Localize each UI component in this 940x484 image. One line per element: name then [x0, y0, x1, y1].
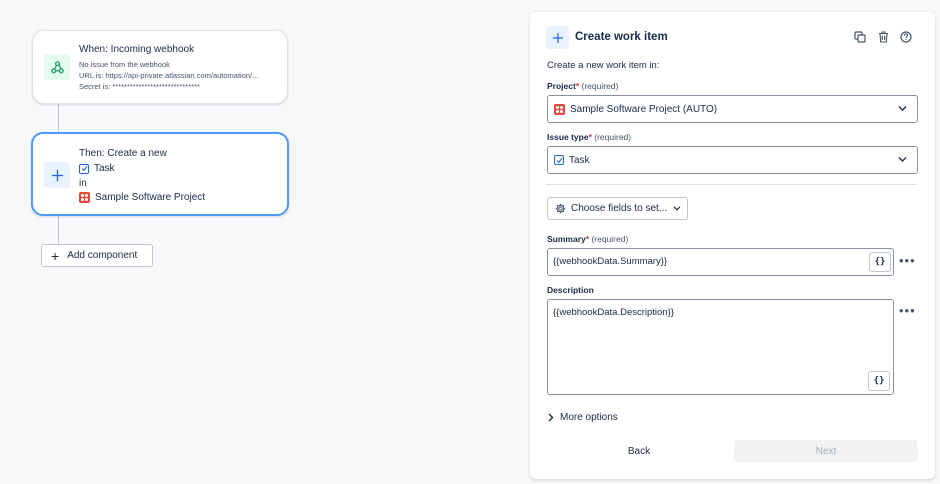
description-textarea[interactable]: {{webhookData.Description}}	[547, 299, 894, 395]
task-checkbox-icon	[554, 155, 564, 165]
panel-title: Create work item	[575, 31, 668, 43]
required-mark: *	[588, 132, 592, 142]
webhook-icon	[44, 54, 70, 80]
description-label: Description	[547, 285, 594, 295]
trigger-detail-1: No issue from the webhook	[79, 60, 170, 69]
summary-label-text: Summary	[547, 234, 586, 244]
issue-type-label-text: Issue type	[547, 132, 589, 142]
trigger-card[interactable]: When: Incoming webhook No issue from the…	[32, 30, 288, 104]
chevron-down-icon	[673, 206, 681, 211]
action-type-row: Task	[79, 163, 115, 174]
required-mark: *	[585, 234, 590, 244]
chevron-down-icon	[898, 155, 907, 166]
panel-intro: Create a new work item in:	[547, 60, 660, 71]
action-project: Sample Software Project	[95, 192, 206, 203]
add-component-button[interactable]: + Add component	[41, 244, 153, 267]
project-icon	[79, 192, 90, 203]
flow-connector-top	[58, 104, 59, 132]
plus-icon: +	[51, 247, 60, 264]
action-type: Task	[94, 163, 115, 174]
trigger-title: When: Incoming webhook	[79, 44, 195, 55]
trigger-detail-2: URL is: https://api-private.atlassian.co…	[79, 71, 259, 80]
next-button[interactable]: Next	[734, 440, 918, 462]
smart-value-button[interactable]: {}	[869, 252, 891, 272]
choose-fields-button[interactable]: Choose fields to set...	[547, 197, 688, 220]
required-note: (required)	[581, 81, 619, 91]
task-checkbox-icon	[79, 163, 89, 174]
trash-icon[interactable]	[876, 30, 890, 44]
action-connector: in	[79, 178, 87, 189]
required-note: (required)	[594, 132, 632, 142]
help-icon[interactable]	[899, 30, 913, 44]
more-options-toggle[interactable]: More options	[548, 412, 618, 423]
back-button[interactable]: Back	[590, 440, 688, 462]
summary-value: {{webhookData.Summary}}	[553, 256, 668, 267]
config-panel: Create work item Create a new work item …	[530, 12, 935, 479]
project-select[interactable]: Sample Software Project (AUTO)	[547, 95, 918, 123]
more-options-label: More options	[560, 412, 618, 423]
plus-icon	[546, 26, 569, 49]
flow-connector-bottom	[58, 216, 59, 244]
issue-type-select[interactable]: Task	[547, 146, 918, 174]
summary-input[interactable]: {{webhookData.Summary}}	[547, 248, 894, 276]
required-mark: *	[575, 81, 580, 91]
issue-type-value: Task	[569, 154, 590, 166]
required-note: (required)	[591, 234, 629, 244]
chevron-right-icon	[548, 413, 554, 422]
description-value: {{webhookData.Description}}	[553, 307, 674, 318]
project-label: Project* (required)	[547, 81, 618, 91]
section-divider	[546, 184, 917, 185]
duplicate-icon[interactable]	[853, 30, 867, 44]
gear-icon	[555, 203, 566, 214]
trigger-detail-3: Secret is: *****************************…	[79, 82, 200, 91]
issue-type-label: Issue type* (required)	[547, 132, 631, 142]
action-card[interactable]: Then: Create a new Task in Sample Softwa…	[31, 132, 289, 216]
smart-value-button[interactable]: {}	[868, 371, 890, 391]
plus-icon	[44, 162, 70, 188]
project-label-text: Project	[547, 81, 576, 91]
project-value: Sample Software Project (AUTO)	[570, 103, 718, 115]
add-component-label: Add component	[67, 250, 138, 261]
more-actions-icon[interactable]: •••	[899, 254, 916, 267]
action-title: Then: Create a new	[79, 148, 167, 159]
project-icon	[554, 103, 565, 115]
chevron-down-icon	[898, 104, 907, 115]
summary-label: Summary* (required)	[547, 234, 628, 244]
action-project-row: Sample Software Project	[79, 192, 205, 203]
more-actions-icon[interactable]: •••	[899, 304, 916, 317]
choose-fields-label: Choose fields to set...	[571, 203, 668, 214]
